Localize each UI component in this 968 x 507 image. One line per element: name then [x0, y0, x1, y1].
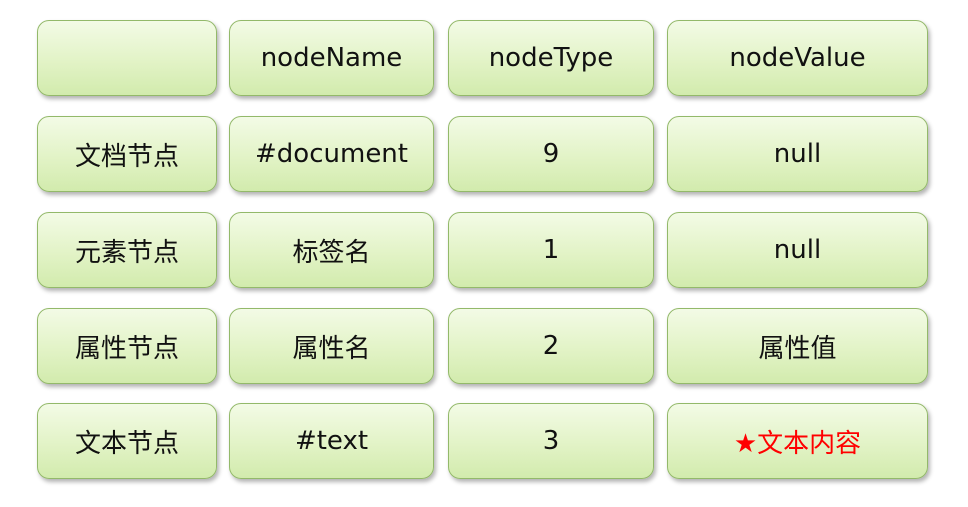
element-node-value: null [667, 212, 928, 288]
text-node-type: 3 [448, 403, 654, 479]
element-node-name: 标签名 [229, 212, 434, 288]
row-label-document-node: 文档节点 [37, 116, 217, 192]
row-label-text-node: 文本节点 [37, 403, 217, 479]
header-cell-nodevalue: nodeValue [667, 20, 928, 96]
attribute-node-name: 属性名 [229, 308, 434, 384]
document-node-name: #document [229, 116, 434, 192]
element-node-type: 1 [448, 212, 654, 288]
attribute-node-type: 2 [448, 308, 654, 384]
attribute-node-value: 属性值 [667, 308, 928, 384]
header-cell-nodetype: nodeType [448, 20, 654, 96]
document-node-value: null [667, 116, 928, 192]
document-node-type: 9 [448, 116, 654, 192]
header-cell-empty [37, 20, 217, 96]
row-label-attribute-node: 属性节点 [37, 308, 217, 384]
text-node-value: ★文本内容 [667, 403, 928, 479]
header-cell-nodename: nodeName [229, 20, 434, 96]
row-label-element-node: 元素节点 [37, 212, 217, 288]
text-node-name: #text [229, 403, 434, 479]
